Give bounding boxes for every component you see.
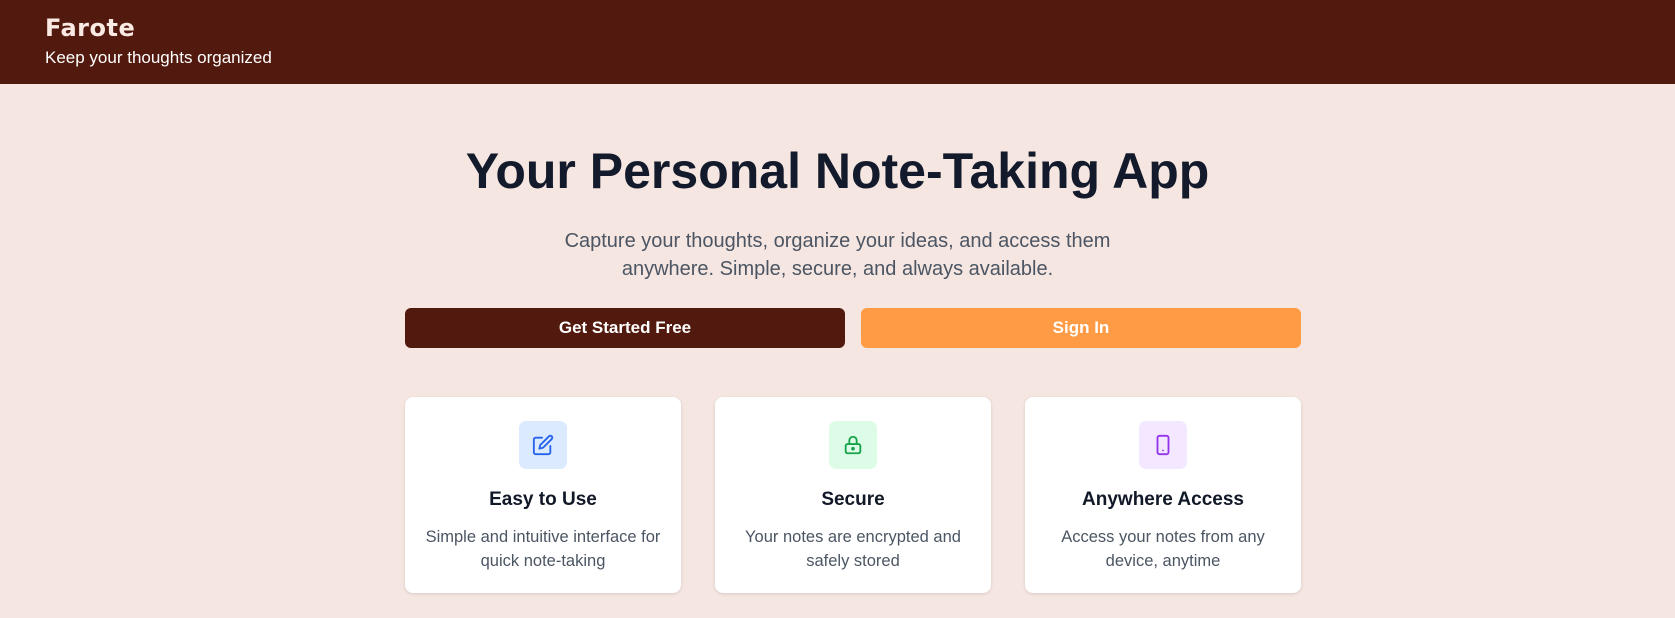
- feature-title: Easy to Use: [489, 489, 597, 510]
- feature-description: Simple and intuitive interface for quick…: [425, 528, 661, 570]
- feature-title: Secure: [821, 489, 885, 510]
- site-header: Farote Keep your thoughts organized: [0, 0, 1675, 84]
- feature-title: Anywhere Access: [1082, 489, 1244, 510]
- tagline: Keep your thoughts organized: [45, 48, 272, 67]
- phone-icon-box: [1139, 421, 1187, 469]
- hero-section: Your Personal Note-Taking App Capture yo…: [0, 84, 1675, 283]
- logo[interactable]: Farote: [45, 14, 1675, 42]
- edit-icon-box: [519, 421, 567, 469]
- get-started-button[interactable]: Get Started Free: [405, 308, 845, 348]
- hero-title: Your Personal Note-Taking App: [465, 143, 1210, 199]
- feature-description: Access your notes from any device, anyti…: [1061, 528, 1265, 570]
- cta-buttons: Get Started Free Sign In: [405, 308, 1301, 348]
- lock-icon: [844, 435, 862, 455]
- feature-description: Your notes are encrypted and safely stor…: [745, 528, 961, 570]
- sign-in-button[interactable]: Sign In: [861, 308, 1301, 348]
- feature-card-secure: Secure Your notes are encrypted and safe…: [715, 397, 991, 593]
- hero-subtitle: Capture your thoughts, organize your ide…: [564, 230, 1111, 280]
- feature-card-easy-to-use: Easy to Use Simple and intuitive interfa…: [405, 397, 681, 593]
- lock-icon-box: [829, 421, 877, 469]
- phone-icon: [1156, 434, 1170, 456]
- edit-icon: [532, 434, 554, 456]
- feature-card-anywhere-access: Anywhere Access Access your notes from a…: [1025, 397, 1301, 593]
